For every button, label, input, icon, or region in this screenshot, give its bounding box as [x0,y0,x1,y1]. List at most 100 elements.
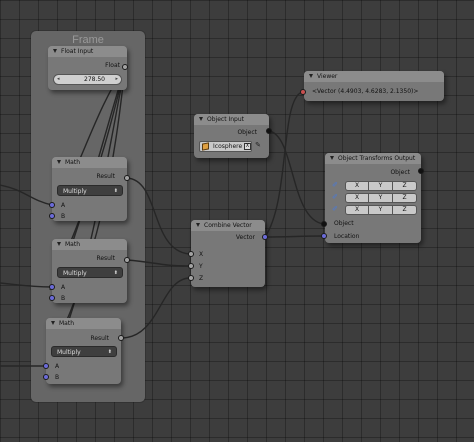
object-output-label: Object [390,169,410,176]
result-output-label: Result [96,173,115,180]
eyedropper-icon[interactable]: ✎ [253,141,263,150]
vector-output-label: Vector [235,234,255,241]
input-a-label: A [61,284,66,291]
node-header[interactable]: Viewer [304,71,444,82]
location-input-socket[interactable] [321,233,327,239]
object-transforms-output-node[interactable]: Object Transforms Output Object ✐ X Y Z … [325,153,421,243]
location-pin-icon[interactable]: ✐ [331,181,339,189]
vector-output-socket[interactable] [262,234,268,240]
operation-value: Multiply [63,270,87,277]
result-output-socket[interactable] [118,335,124,341]
input-y-label: Y [199,263,203,270]
float-output-label: Float [105,62,120,69]
collapse-triangle-icon[interactable] [57,160,61,164]
float-output-socket[interactable] [122,64,128,70]
collapse-triangle-icon[interactable] [309,74,313,78]
result-output-socket[interactable] [124,175,130,181]
node-title: Math [59,320,75,327]
rotation-axis-row: X Y Z [345,193,417,203]
result-output-label: Result [90,335,109,342]
operation-value: Multiply [63,188,87,195]
float-input-node[interactable]: Float Input Float ◂ 278.50 ▸ [48,46,127,90]
rotation-pin-icon[interactable]: ✐ [331,193,339,201]
object-input-node[interactable]: Object Input Object Icosphere X ✎ [194,114,269,158]
mesh-object-icon [202,142,209,151]
node-header[interactable]: Math [52,157,127,168]
input-b-label: B [55,374,60,381]
input-b-socket[interactable] [43,374,49,380]
node-title: Object Transforms Output [338,155,416,162]
axis-z-toggle[interactable]: Z [393,205,417,215]
input-z-label: Z [199,275,204,282]
collapse-triangle-icon[interactable] [199,117,203,121]
dropdown-arrows-icon: ⬍ [113,270,118,276]
link-object-object [268,130,325,225]
input-y-socket[interactable] [188,263,194,269]
axis-z-toggle[interactable]: Z [393,181,417,191]
viewer-value: <Vector (4.4903, 4.6283, 2.1350)> [312,88,419,95]
axis-x-toggle[interactable]: X [345,181,369,191]
float-value: 278.50 [84,76,105,83]
object-input-socket[interactable] [321,221,327,227]
input-b-socket[interactable] [49,295,55,301]
result-output-label: Result [96,255,115,262]
collapse-triangle-icon[interactable] [196,223,200,227]
input-x-label: X [199,251,204,258]
input-b-label: B [61,213,66,220]
input-a-socket[interactable] [43,363,49,369]
node-header[interactable]: Object Transforms Output [325,153,421,164]
axis-y-toggle[interactable]: Y [369,193,393,203]
node-header[interactable]: Float Input [48,46,127,57]
axis-z-toggle[interactable]: Z [393,193,417,203]
object-output-label: Object [237,129,257,136]
input-b-socket[interactable] [49,213,55,219]
collapse-triangle-icon[interactable] [51,321,55,325]
combine-vector-node[interactable]: Combine Vector Vector X Y Z [191,220,265,287]
math-node-2[interactable]: Math Result Multiply ⬍ A B [52,239,127,303]
input-z-socket[interactable] [188,275,194,281]
object-input-label: Object [334,220,354,227]
axis-x-toggle[interactable]: X [345,205,369,215]
object-name: Icosphere [213,143,243,150]
node-header[interactable]: Math [46,318,121,329]
input-b-label: B [61,295,66,302]
operation-dropdown[interactable]: Multiply ⬍ [57,267,123,278]
math-node-3[interactable]: Math Result Multiply ⬍ A B [46,318,121,384]
node-header[interactable]: Math [52,239,127,250]
increment-arrow-icon[interactable]: ▸ [115,75,118,84]
input-a-socket[interactable] [49,202,55,208]
operation-dropdown[interactable]: Multiply ⬍ [51,346,117,357]
collapse-triangle-icon[interactable] [57,242,61,246]
axis-x-toggle[interactable]: X [345,193,369,203]
axis-y-toggle[interactable]: Y [369,181,393,191]
input-a-label: A [61,202,66,209]
viewer-node[interactable]: Viewer <Vector (4.4903, 4.6283, 2.1350)> [304,71,444,101]
node-header[interactable]: Combine Vector [191,220,265,231]
scale-pin-icon[interactable]: ✐ [331,205,339,213]
node-title: Viewer [317,73,338,80]
link-vector-location [264,235,325,238]
dropdown-arrows-icon: ⬍ [113,188,118,194]
link-vector-viewer [264,91,303,238]
math-node-1[interactable]: Math Result Multiply ⬍ A B [52,157,127,221]
operation-value: Multiply [57,349,81,356]
decrement-arrow-icon[interactable]: ◂ [57,75,60,84]
node-header[interactable]: Object Input [194,114,269,125]
node-title: Float Input [61,48,94,55]
object-output-socket[interactable] [418,168,424,174]
float-value-field[interactable]: ◂ 278.50 ▸ [53,74,122,85]
input-x-socket[interactable] [188,251,194,257]
object-output-socket[interactable] [266,128,272,134]
viewer-input-socket[interactable] [300,89,306,95]
operation-dropdown[interactable]: Multiply ⬍ [57,185,123,196]
axis-y-toggle[interactable]: Y [369,205,393,215]
node-title: Math [65,159,81,166]
node-title: Math [65,241,81,248]
collapse-triangle-icon[interactable] [53,49,57,53]
clear-icon[interactable]: X [244,143,251,150]
collapse-triangle-icon[interactable] [330,156,334,160]
frame-title: Frame [72,34,104,46]
result-output-socket[interactable] [124,257,130,263]
input-a-socket[interactable] [49,284,55,290]
object-selector-field[interactable]: Icosphere X [199,141,252,152]
